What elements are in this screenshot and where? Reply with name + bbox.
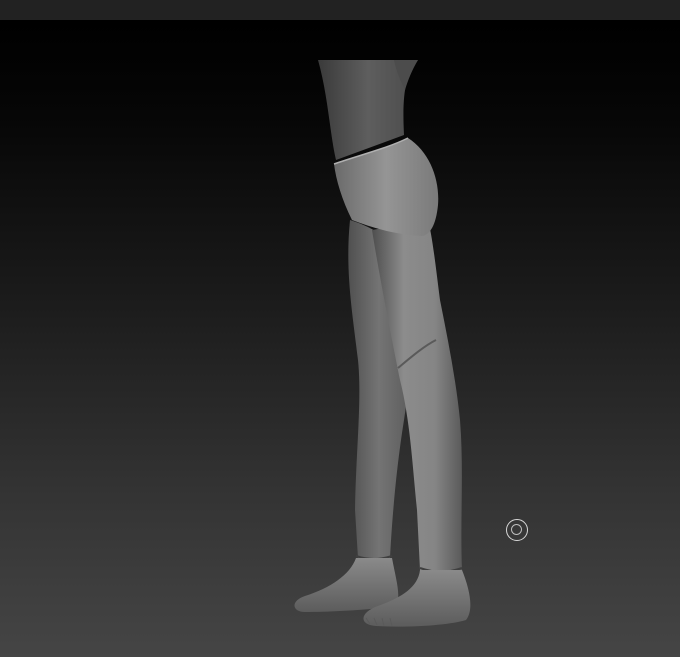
model-canvas[interactable] — [0, 20, 680, 657]
3d-viewport[interactable] — [0, 20, 680, 657]
top-toolbar-strip — [0, 0, 680, 20]
sculpt-app — [0, 0, 680, 657]
back-foot-mesh — [294, 558, 399, 612]
brush-center-icon — [511, 524, 522, 535]
brush-circle-icon — [506, 519, 528, 541]
